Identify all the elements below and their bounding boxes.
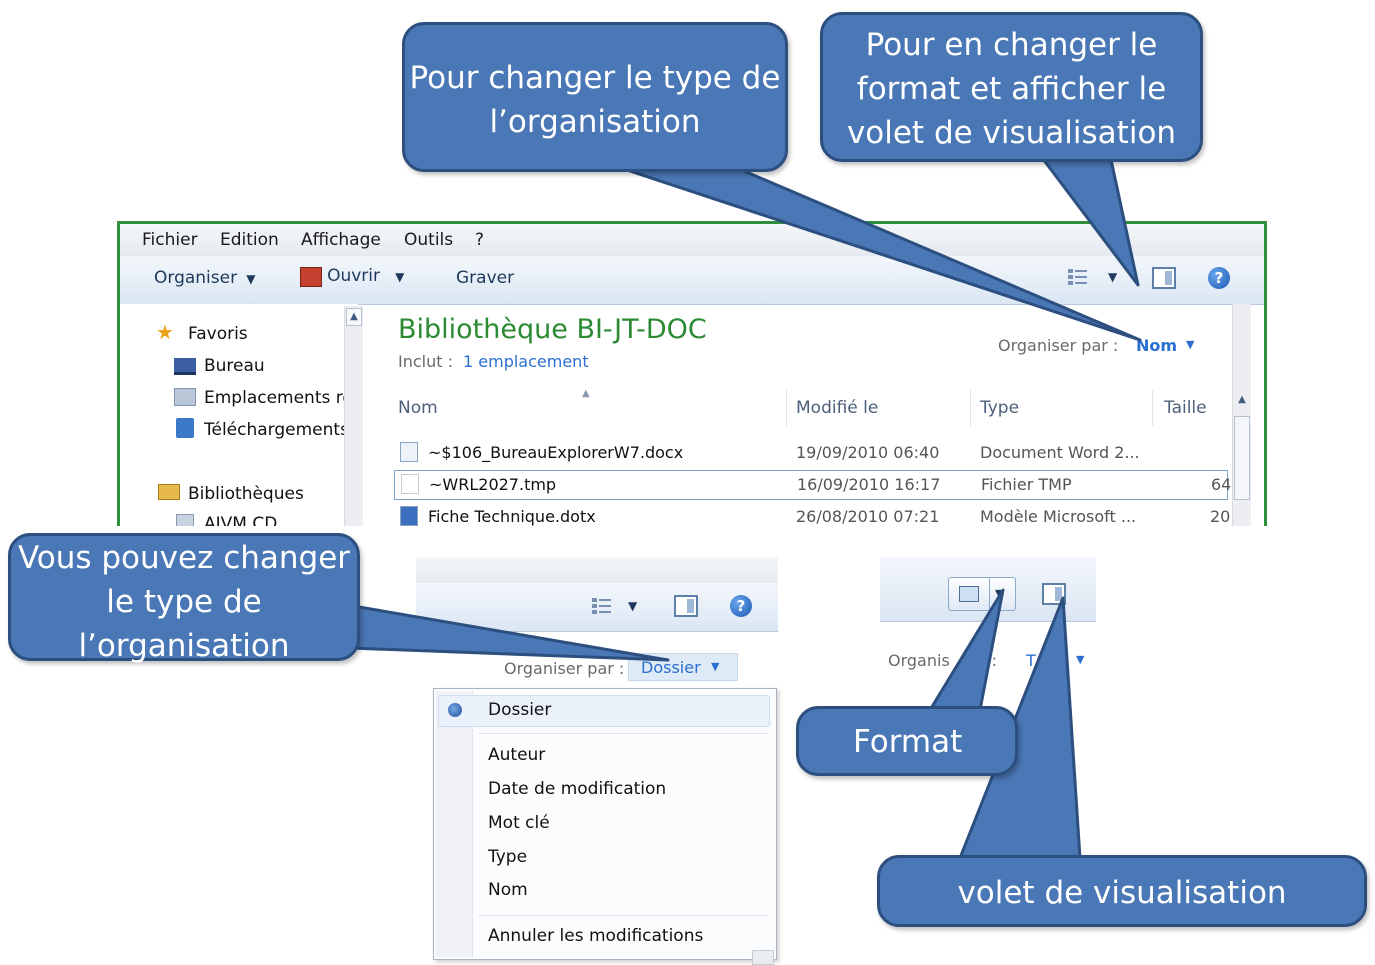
callout-format-preview: Pour en changer le format et afficher le… [820, 12, 1203, 162]
callout-can-change-organization: Vous pouvez changer le type de l’organis… [8, 533, 360, 664]
callout-preview-pane: volet de visualisation [877, 855, 1367, 927]
callout-format: Format [796, 706, 1018, 776]
callout-organize-type: Pour changer le type de l’organisation [402, 22, 788, 172]
